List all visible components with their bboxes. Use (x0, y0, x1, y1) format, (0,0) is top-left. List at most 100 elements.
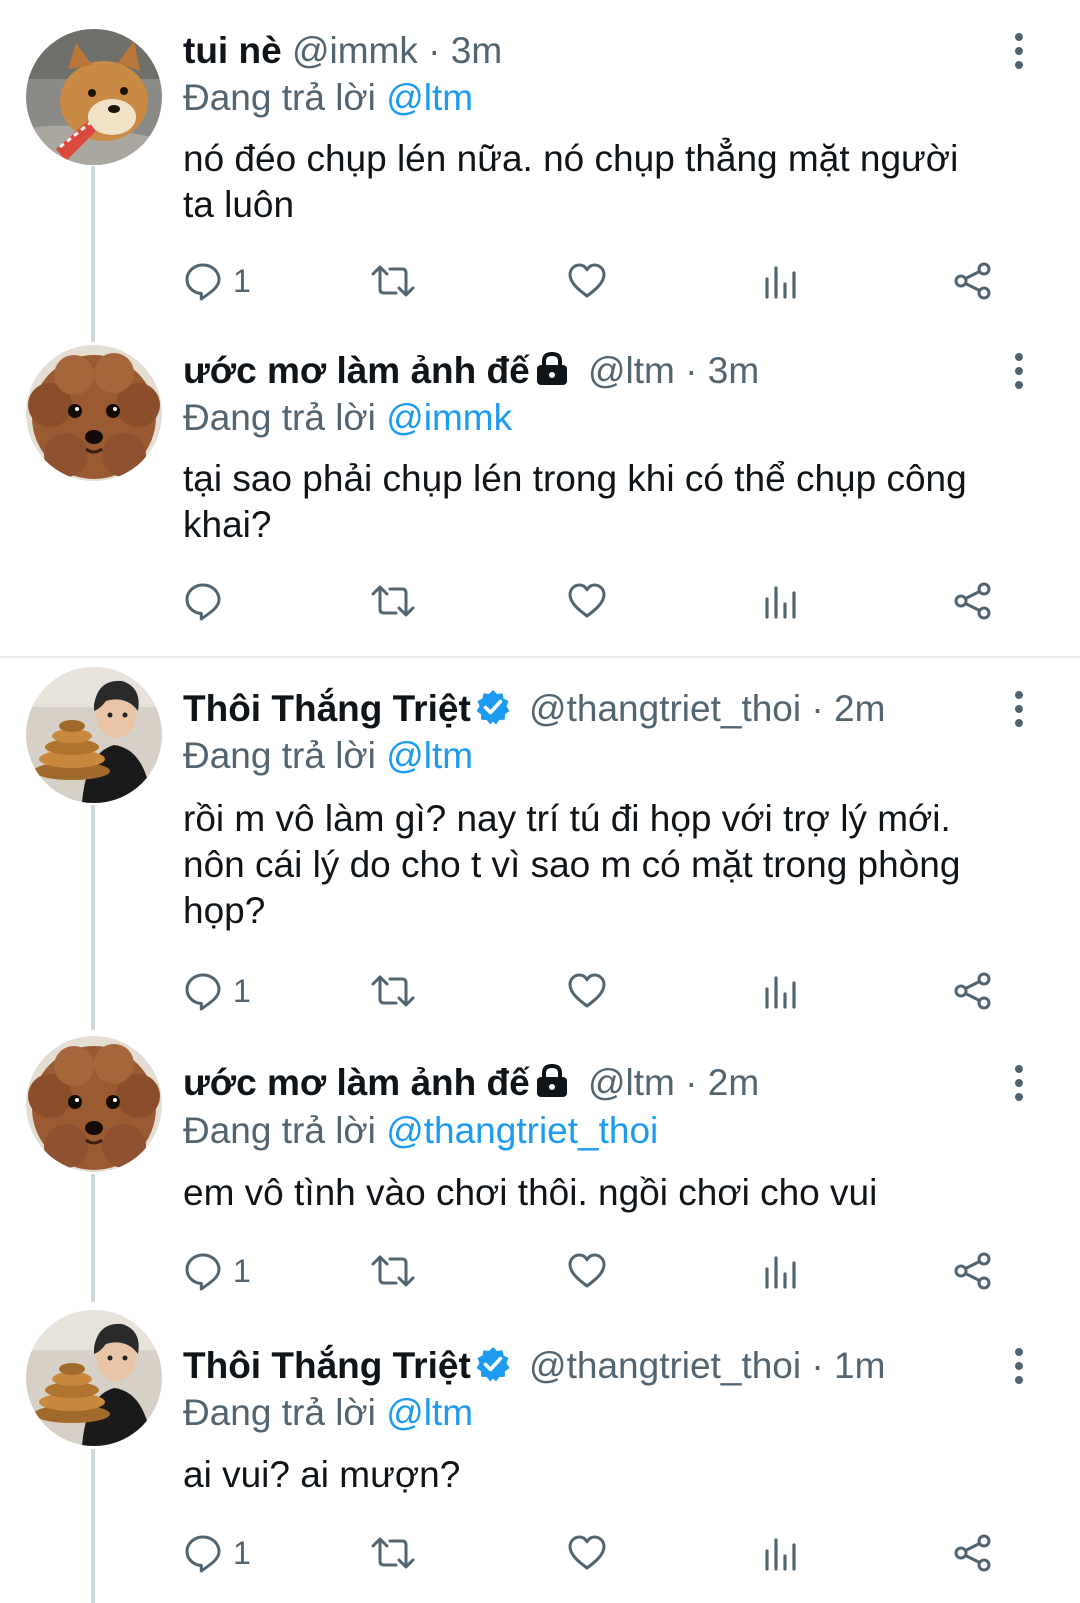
display-name[interactable]: tui nè (183, 30, 282, 71)
retweet-button[interactable] (371, 968, 415, 1014)
tweet-text-line: em vô tình vào chơi thôi. ngồi chơi cho … (183, 1172, 878, 1213)
avatar[interactable] (26, 1036, 162, 1172)
retweet-button[interactable] (371, 578, 415, 624)
reply-button[interactable] (183, 578, 233, 624)
share-button[interactable] (953, 1248, 993, 1294)
reply-icon (183, 971, 223, 1011)
retweet-icon (371, 581, 415, 621)
retweet-button[interactable] (371, 1248, 415, 1294)
mention-link[interactable]: @ltm (386, 1392, 473, 1433)
display-name[interactable]: ước mơ làm ảnh đế (183, 1062, 530, 1103)
avatar[interactable] (26, 29, 162, 165)
man-with-cake-avatar-image (26, 1310, 162, 1446)
retweet-button[interactable] (371, 258, 415, 304)
separator-dot: · (811, 688, 824, 729)
share-button[interactable] (953, 258, 993, 304)
avatar[interactable] (26, 1310, 162, 1446)
reply-icon (183, 581, 223, 621)
tweet-text: ai vui? ai mượn? (183, 1452, 1033, 1498)
thread-divider (0, 656, 1080, 658)
timestamp[interactable]: 3m (708, 350, 759, 391)
reply-button[interactable]: 1 (183, 1530, 251, 1576)
retweet-icon (371, 261, 415, 301)
share-button[interactable] (953, 578, 993, 624)
man-with-cake-avatar-image (26, 667, 162, 803)
mention-link[interactable]: @thangtriet_thoi (386, 1110, 658, 1151)
display-name[interactable]: Thôi Thắng Triệt (183, 688, 471, 729)
reply-icon (183, 1533, 223, 1573)
tweet-text-line: nó đéo chụp lén nữa. nó chụp thẳng mặt n… (183, 138, 959, 179)
reply-icon (183, 261, 223, 301)
tweet-text-line: ta luôn (183, 184, 295, 225)
mention-link[interactable]: @ltm (386, 77, 473, 118)
share-button[interactable] (953, 1530, 993, 1576)
tweet-header: ước mơ làm ảnh đế @ltm · 2m (183, 1060, 1000, 1106)
retweet-icon (371, 1533, 415, 1573)
timestamp[interactable]: 2m (834, 688, 885, 729)
separator-dot: · (811, 1345, 824, 1386)
share-button[interactable] (953, 968, 993, 1014)
display-name[interactable]: ước mơ làm ảnh đế (183, 350, 530, 391)
reply-count: 1 (233, 972, 251, 1009)
tweet-header: ước mơ làm ảnh đế @ltm · 3m (183, 348, 1000, 394)
like-button[interactable] (567, 1248, 607, 1294)
like-button[interactable] (567, 1530, 607, 1576)
avatar[interactable] (26, 667, 162, 803)
user-handle[interactable]: @ltm (588, 350, 675, 391)
like-icon (567, 1533, 607, 1573)
tweet-text-line: rồi m vô làm gì? nay trí tú đi họp với t… (183, 798, 951, 839)
tweet-header: tui nè @immk · 3m (183, 28, 1000, 74)
tweet-header: Thôi Thắng Triệt @thangtriet_thoi · 2m (183, 686, 1000, 732)
more-options-button[interactable] (1008, 28, 1030, 74)
analytics-button[interactable] (761, 1530, 801, 1576)
analytics-button[interactable] (761, 1248, 801, 1294)
more-options-button[interactable] (1008, 1060, 1030, 1106)
action-bar: 1 (183, 968, 1023, 1014)
user-handle[interactable]: @immk (292, 30, 418, 71)
tweet-text: tại sao phải chụp lén trong khi có thể c… (183, 456, 1033, 548)
more-icon (1008, 348, 1030, 394)
user-handle[interactable]: @ltm (588, 1062, 675, 1103)
retweet-button[interactable] (371, 1530, 415, 1576)
replying-to-label: Đang trả lời (183, 77, 376, 118)
more-options-button[interactable] (1008, 686, 1030, 732)
analytics-button[interactable] (761, 968, 801, 1014)
mention-link[interactable]: @immk (386, 397, 512, 438)
analytics-icon (761, 581, 801, 621)
reply-count: 1 (233, 1252, 251, 1289)
analytics-button[interactable] (761, 258, 801, 304)
mention-link[interactable]: @ltm (386, 735, 473, 776)
replying-to: Đang trả lời @ltm (183, 75, 473, 121)
user-handle[interactable]: @thangtriet_thoi (529, 1345, 801, 1386)
analytics-icon (761, 971, 801, 1011)
analytics-button[interactable] (761, 578, 801, 624)
timestamp[interactable]: 3m (451, 30, 502, 71)
reply-button[interactable]: 1 (183, 968, 251, 1014)
analytics-icon (761, 1533, 801, 1573)
display-name[interactable]: Thôi Thắng Triệt (183, 1345, 471, 1386)
action-bar (183, 578, 1023, 624)
replying-to: Đang trả lời @ltm (183, 1390, 473, 1436)
lock-icon (534, 351, 570, 387)
timestamp[interactable]: 2m (708, 1062, 759, 1103)
analytics-icon (761, 261, 801, 301)
retweet-icon (371, 1251, 415, 1291)
separator-dot: · (428, 30, 441, 71)
tweet-text-line: khai? (183, 504, 272, 545)
reply-button[interactable]: 1 (183, 258, 251, 304)
more-icon (1008, 1343, 1030, 1389)
reply-button[interactable]: 1 (183, 1248, 251, 1294)
user-handle[interactable]: @thangtriet_thoi (529, 688, 801, 729)
share-icon (953, 261, 993, 301)
like-button[interactable] (567, 968, 607, 1014)
like-button[interactable] (567, 258, 607, 304)
avatar[interactable] (26, 345, 162, 481)
more-options-button[interactable] (1008, 348, 1030, 394)
analytics-icon (761, 1251, 801, 1291)
more-options-button[interactable] (1008, 1343, 1030, 1389)
tweet-text-line: ai vui? ai mượn? (183, 1454, 461, 1495)
like-button[interactable] (567, 578, 607, 624)
like-icon (567, 261, 607, 301)
tweet-text: em vô tình vào chơi thôi. ngồi chơi cho … (183, 1170, 1033, 1216)
timestamp[interactable]: 1m (834, 1345, 885, 1386)
